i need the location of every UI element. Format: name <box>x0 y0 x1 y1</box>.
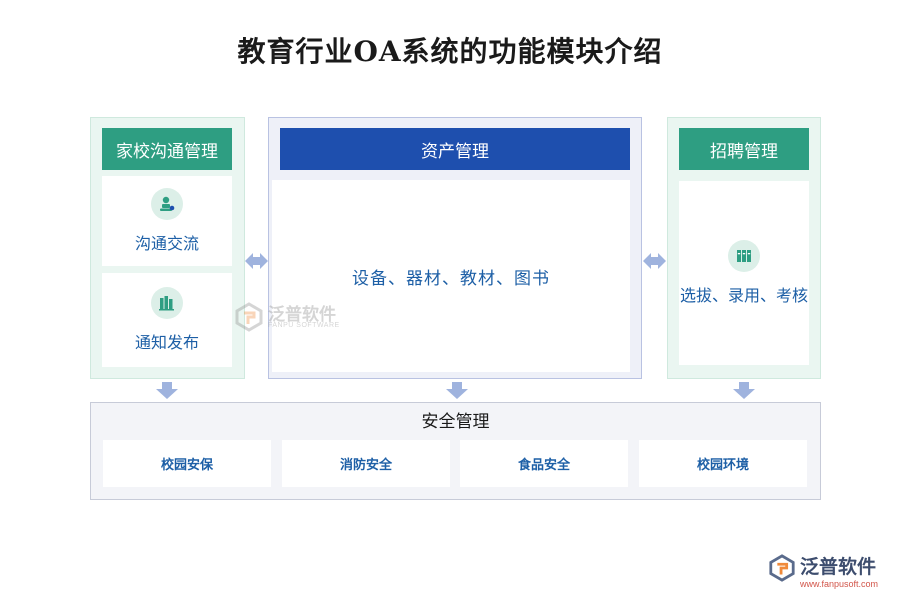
watermark-logo: 泛普软件 FANPU SOFTWARE <box>234 300 354 336</box>
communication-label: 沟通交流 <box>134 234 199 253</box>
mid-down-arrow <box>446 382 468 399</box>
campus-environment-card: 校园环境 <box>639 440 807 487</box>
brand-name: 泛普软件 <box>800 557 877 578</box>
campus-security-card: 校园安保 <box>103 440 271 487</box>
asset-management-header: 资产管理 <box>280 128 630 170</box>
mid-right-double-arrow <box>643 253 666 269</box>
stamp-person-icon <box>151 188 183 220</box>
right-down-arrow <box>733 382 755 399</box>
notice-label: 通知发布 <box>134 333 199 352</box>
safety-management-header: 安全管理 <box>421 412 490 432</box>
binders-icon <box>728 240 760 272</box>
brand-url: www.fanpusoft.com <box>800 579 879 589</box>
brand-logo-icon <box>769 554 795 582</box>
brand-logo: 泛普软件 www.fanpusoft.com <box>768 552 893 594</box>
asset-management-body: 设备、器材、教材、图书 <box>272 180 630 372</box>
recruitment-header: 招聘管理 <box>679 128 809 170</box>
recruitment-label: 选拔、录用、考核 <box>679 286 808 305</box>
notice-card: 通知发布 <box>102 273 232 367</box>
left-mid-double-arrow <box>245 253 268 269</box>
recruitment-card: 选拔、录用、考核 <box>679 181 809 365</box>
home-school-communication-header: 家校沟通管理 <box>102 128 232 170</box>
asset-items-text: 设备、器材、教材、图书 <box>352 268 550 289</box>
books-icon <box>151 287 183 319</box>
watermark-sub: FANPU SOFTWARE <box>268 322 340 329</box>
page-title: 教育行业OA系统的功能模块介绍 <box>237 35 663 68</box>
left-down-arrow <box>156 382 178 399</box>
communication-card: 沟通交流 <box>102 176 232 266</box>
fire-safety-card: 消防安全 <box>282 440 450 487</box>
food-safety-card: 食品安全 <box>460 440 628 487</box>
